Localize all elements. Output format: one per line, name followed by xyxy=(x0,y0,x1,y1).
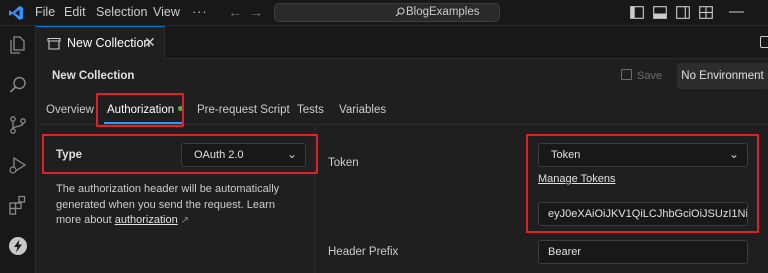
save-label: Save xyxy=(637,70,663,82)
environment-selector[interactable]: No Environment xyxy=(677,63,768,89)
tab-new-collection[interactable]: New Collection ✕ xyxy=(36,26,165,59)
split-editor-icon[interactable] xyxy=(760,36,768,48)
tab-prerequest-script[interactable]: Pre-request Script xyxy=(197,104,290,116)
auth-type-highlight xyxy=(42,134,318,174)
token-label: Token xyxy=(328,157,359,169)
menu-edit[interactable]: Edit xyxy=(64,5,86,19)
extensions-icon[interactable] xyxy=(7,194,29,216)
authorization-tab-highlight xyxy=(96,93,184,127)
menu-more[interactable]: ··· xyxy=(192,5,208,19)
authorization-link[interactable]: authorization xyxy=(115,214,178,226)
menu-selection[interactable]: Selection xyxy=(96,5,147,19)
header-prefix-label: Header Prefix xyxy=(328,246,399,258)
search-icon xyxy=(395,7,405,17)
tab-variables[interactable]: Variables xyxy=(339,104,386,116)
toggle-panel-icon[interactable] xyxy=(653,6,667,19)
editor-tab-bar: New Collection ✕ xyxy=(36,26,768,59)
external-link-icon: ↗ xyxy=(180,215,190,226)
explorer-icon[interactable] xyxy=(7,34,29,56)
save-icon xyxy=(621,69,632,80)
run-and-debug-icon[interactable] xyxy=(7,154,29,176)
header-prefix-input[interactable]: Bearer xyxy=(538,240,748,264)
tab-tests[interactable]: Tests xyxy=(297,104,324,116)
menu-view[interactable]: View xyxy=(153,5,180,19)
back-arrow-icon[interactable]: ← xyxy=(228,4,242,20)
collection-icon xyxy=(47,37,61,50)
search-activity-icon[interactable] xyxy=(7,74,29,96)
command-center-search[interactable]: BlogExamples xyxy=(274,3,500,22)
save-button[interactable]: Save xyxy=(621,69,662,82)
minimize-icon[interactable]: — xyxy=(729,3,744,20)
toggle-primary-sidebar-icon[interactable] xyxy=(630,6,644,19)
workspace-name: BlogExamples xyxy=(406,6,480,18)
source-control-icon[interactable] xyxy=(7,114,29,136)
forward-arrow-icon[interactable]: → xyxy=(249,4,263,20)
token-highlight xyxy=(526,134,759,233)
thunder-client-icon[interactable] xyxy=(7,235,29,257)
tab-label: New Collection xyxy=(67,36,151,50)
header-prefix-value: Bearer xyxy=(548,246,582,258)
auth-info-text: The authorization header will be automat… xyxy=(56,182,296,229)
activity-bar xyxy=(0,26,36,273)
toggle-secondary-sidebar-icon[interactable] xyxy=(676,6,690,19)
collection-title: New Collection xyxy=(52,70,135,82)
customize-layout-icon[interactable] xyxy=(699,6,713,19)
tab-overview[interactable]: Overview xyxy=(46,104,94,116)
title-bar: File Edit Selection View ··· ← → BlogExa… xyxy=(0,0,768,26)
close-icon[interactable]: ✕ xyxy=(144,34,156,51)
vscode-logo-icon xyxy=(9,6,23,20)
menu-file[interactable]: File xyxy=(35,5,55,19)
